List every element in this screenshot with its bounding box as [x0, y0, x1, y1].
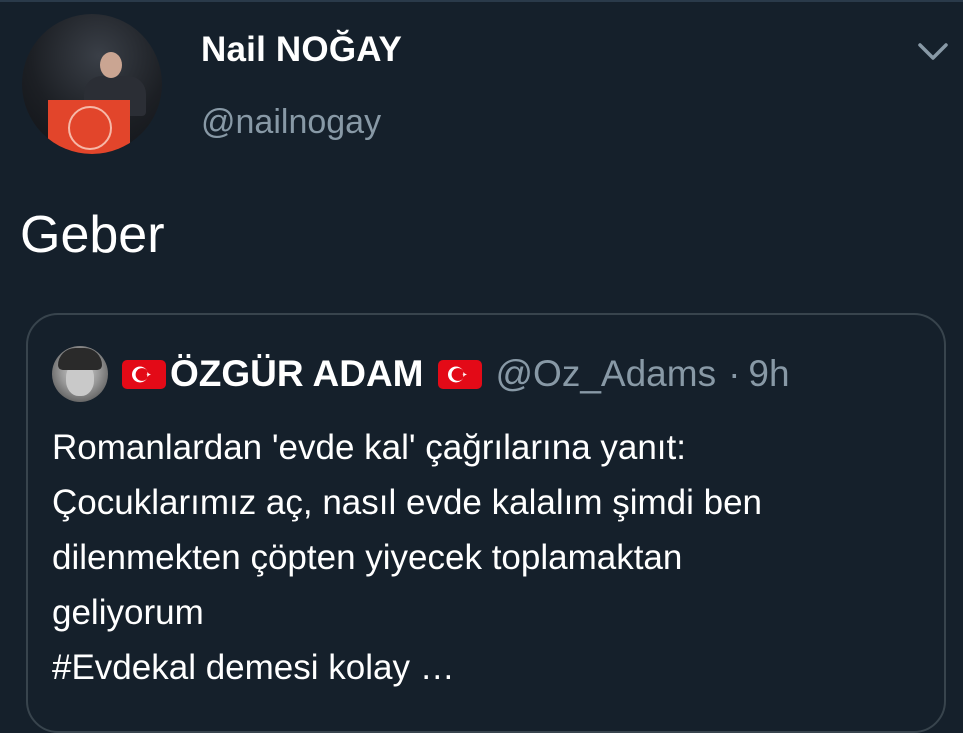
turkey-flag-icon — [122, 359, 166, 389]
turkey-flag-icon — [437, 359, 482, 389]
quoted-tweet-header: ÖZGÜR ADAM @Oz_Adams · 9h — [122, 349, 790, 399]
quoted-text-line-hashtag[interactable]: #Evdekal demesi kolay … — [52, 640, 932, 695]
quoted-avatar-hair — [58, 348, 102, 370]
avatar-person-head — [100, 52, 122, 78]
author-avatar[interactable] — [22, 14, 162, 154]
top-divider — [0, 0, 963, 2]
author-handle[interactable]: @nailnogay — [201, 103, 381, 142]
quoted-tweet-text: Romanlardan 'evde kal' çağrılarına yanıt… — [52, 420, 932, 695]
tweet-text: Geber — [20, 206, 165, 264]
avatar-emblem — [68, 106, 112, 150]
quoted-text-line: Romanlardan 'evde kal' çağrılarına yanıt… — [52, 428, 686, 467]
quoted-author-display-name[interactable]: ÖZGÜR ADAM — [170, 353, 424, 395]
quoted-tweet-time[interactable]: 9h — [748, 353, 789, 395]
author-display-name[interactable]: Nail NOĞAY — [201, 30, 402, 70]
quoted-author-avatar[interactable] — [52, 346, 108, 402]
quoted-text-line: dilenmekten çöpten yiyecek toplamaktan — [52, 538, 683, 577]
quoted-text-line: geliyorum — [52, 593, 204, 632]
header-separator: · — [728, 353, 741, 394]
quoted-text-line: Çocuklarımız aç, nasıl evde kalalım şimd… — [52, 483, 762, 522]
quoted-author-handle[interactable]: @Oz_Adams — [496, 353, 717, 395]
chevron-down-icon[interactable] — [916, 38, 950, 64]
